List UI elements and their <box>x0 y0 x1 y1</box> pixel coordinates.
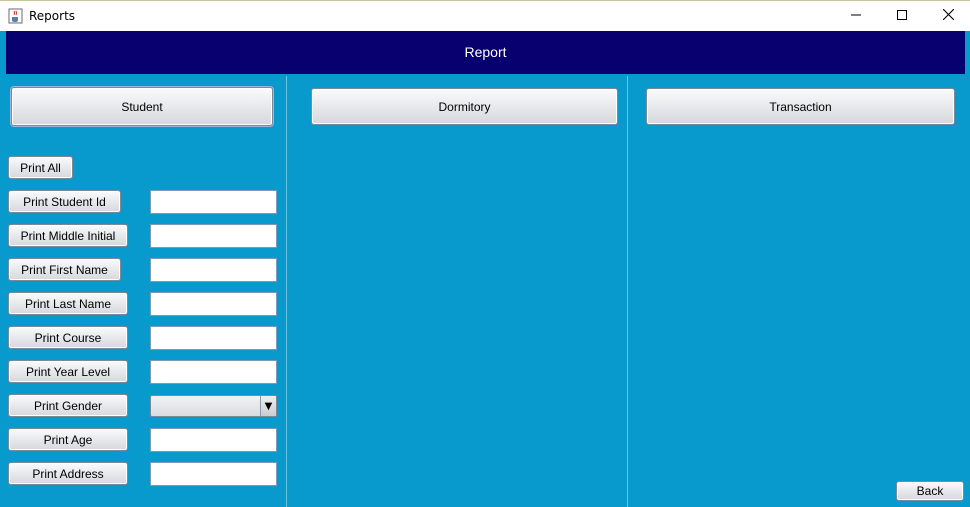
student-id-field[interactable] <box>150 190 277 214</box>
print-course-button[interactable]: Print Course <box>8 326 128 349</box>
minimize-icon <box>851 9 861 23</box>
dormitory-button[interactable]: Dormitory <box>311 88 618 125</box>
print-first-name-button[interactable]: Print First Name <box>8 258 121 281</box>
column-divider <box>627 76 628 507</box>
print-age-button[interactable]: Print Age <box>8 428 128 451</box>
minimize-button[interactable] <box>833 1 879 31</box>
last-name-field[interactable] <box>150 292 277 316</box>
print-gender-button[interactable]: Print Gender <box>8 394 128 417</box>
year-level-field[interactable] <box>150 360 277 384</box>
first-name-field[interactable] <box>150 258 277 282</box>
maximize-button[interactable] <box>879 1 925 31</box>
page-title: Report <box>464 44 507 60</box>
print-all-button[interactable]: Print All <box>8 156 73 179</box>
close-button[interactable] <box>925 1 970 31</box>
report-panel: Report Student Dormitory Transaction Pri… <box>0 31 970 507</box>
print-student-id-button[interactable]: Print Student Id <box>8 190 121 213</box>
column-divider <box>286 76 287 507</box>
java-coffee-cup-icon <box>8 8 23 24</box>
window-titlebar: Reports <box>0 0 970 31</box>
window-title: Reports <box>29 9 76 23</box>
report-header: Report <box>6 31 965 74</box>
print-last-name-button[interactable]: Print Last Name <box>8 292 128 315</box>
transaction-button[interactable]: Transaction <box>646 88 955 125</box>
age-field[interactable] <box>150 428 277 452</box>
address-field[interactable] <box>150 462 277 486</box>
middle-initial-field[interactable] <box>150 224 277 248</box>
chevron-down-icon[interactable]: ▼ <box>260 396 276 416</box>
print-middle-initial-button[interactable]: Print Middle Initial <box>8 224 128 247</box>
course-field[interactable] <box>150 326 277 350</box>
print-address-button[interactable]: Print Address <box>8 462 128 485</box>
student-button[interactable]: Student <box>11 87 273 126</box>
gender-select[interactable]: ▼ <box>150 395 277 417</box>
back-button[interactable]: Back <box>896 481 964 501</box>
close-icon <box>942 8 954 23</box>
maximize-icon <box>897 9 907 23</box>
print-year-level-button[interactable]: Print Year Level <box>8 360 128 383</box>
